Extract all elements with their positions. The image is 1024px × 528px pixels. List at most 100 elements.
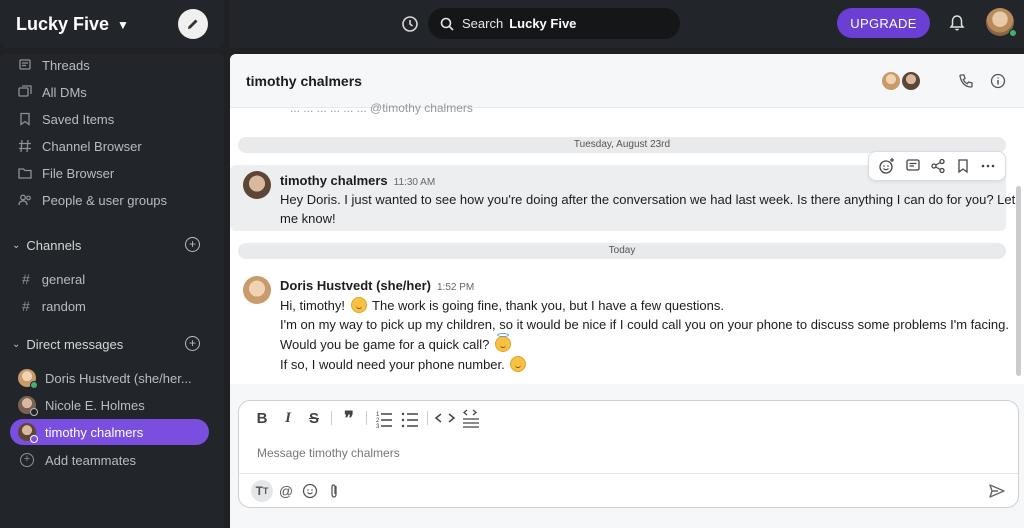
upgrade-button[interactable]: UPGRADE	[837, 8, 930, 38]
bold-icon[interactable]: B	[249, 407, 275, 429]
online-status-indicator	[30, 381, 38, 389]
chevron-down-icon[interactable]: ⌄	[12, 240, 20, 251]
avatar	[18, 396, 38, 416]
sidebar-item-random[interactable]: # random	[22, 296, 86, 316]
message-composer[interactable]: B I S ❞ 123 Message timothy chalmers TT …	[238, 400, 1019, 508]
conversation-panel: timothy chalmers ... ... ... ... ... ...…	[230, 54, 1024, 528]
sidebar-item-file-browser[interactable]: File Browser	[18, 163, 114, 183]
smiling-halo-emoji-icon[interactable]	[494, 333, 511, 352]
divider	[427, 411, 428, 425]
history-icon[interactable]	[400, 14, 420, 34]
message-text: I'm on my way to pick up my children, so…	[280, 317, 1009, 332]
people-icon	[18, 194, 31, 206]
message-input[interactable]: Message timothy chalmers	[257, 446, 400, 460]
message-timestamp[interactable]: 11:30 AM	[394, 177, 436, 188]
author-name[interactable]: Doris Hustvedt (she/her)	[280, 278, 431, 293]
workspace-name[interactable]: Lucky Five	[16, 14, 109, 35]
chevron-down-icon[interactable]: ⌄	[12, 339, 20, 350]
away-status-indicator	[30, 408, 38, 416]
strikethrough-icon[interactable]: S	[301, 407, 327, 429]
composer-area: B I S ❞ 123 Message timothy chalmers TT …	[230, 384, 1024, 528]
message-text-part: If so, I would need your phone number.	[280, 357, 505, 372]
member-avatar[interactable]	[881, 71, 901, 91]
compose-button[interactable]	[178, 9, 208, 39]
author-name[interactable]: timothy chalmers	[280, 173, 388, 188]
bulleted-list-icon[interactable]	[397, 407, 423, 429]
chevron-down-icon[interactable]: ▼	[117, 18, 129, 32]
attachment-icon[interactable]	[323, 480, 345, 502]
divider	[331, 411, 332, 425]
all-dms-icon	[18, 85, 32, 97]
message-timestamp[interactable]: 1:52 PM	[437, 282, 474, 293]
scrollbar[interactable]	[1016, 186, 1021, 376]
sidebar: Threads All DMs Saved Items Channel Brow…	[0, 54, 224, 528]
slightly-smiling-emoji-icon[interactable]	[350, 297, 367, 313]
sidebar-item-channel-browser[interactable]: Channel Browser	[18, 136, 142, 156]
message-text: If so, I would need your phone number.	[280, 356, 528, 372]
sidebar-item-label: People & user groups	[42, 192, 168, 208]
app-window: Lucky Five ▼ Search Lucky Five UPGRADE T…	[0, 0, 1024, 528]
page-title[interactable]: timothy chalmers	[246, 73, 362, 89]
italic-icon[interactable]: I	[275, 407, 301, 429]
mention-icon[interactable]: @	[275, 480, 297, 502]
message-actions-toolbar	[868, 151, 1006, 181]
add-dm-icon[interactable]: +	[185, 336, 200, 351]
section-title: Direct messages	[26, 336, 124, 352]
smiling-emoji-icon[interactable]	[510, 356, 527, 372]
add-teammates-button[interactable]: + Add teammates	[20, 450, 136, 470]
divider	[366, 411, 367, 425]
code-block-icon[interactable]	[458, 407, 484, 429]
hash-icon: #	[22, 298, 30, 314]
sidebar-item-general[interactable]: # general	[22, 269, 85, 289]
quote-icon[interactable]: ❞	[336, 407, 362, 429]
sidebar-item-dm-nicole[interactable]: Nicole E. Holmes	[10, 392, 209, 418]
away-status-indicator	[30, 435, 38, 443]
formatting-toolbar: B I S ❞ 123	[249, 407, 484, 429]
sidebar-item-dm-timothy[interactable]: timothy chalmers	[10, 419, 209, 445]
message[interactable]: Doris Hustvedt (she/her) 1:52 PM Hi, timo…	[230, 270, 1009, 374]
sidebar-item-all-dms[interactable]: All DMs	[18, 82, 87, 102]
message-text: Hi, timothy! The work is going fine, tha…	[280, 297, 724, 313]
sidebar-item-label: File Browser	[42, 165, 115, 181]
add-reaction-icon[interactable]	[878, 157, 896, 175]
sidebar-item-label: Threads	[42, 57, 90, 73]
sidebar-item-threads[interactable]: Threads	[18, 55, 90, 75]
search-bar[interactable]: Search Lucky Five	[428, 8, 680, 39]
emoji-icon[interactable]	[299, 480, 321, 502]
sidebar-item-saved-items[interactable]: Saved Items	[18, 109, 114, 129]
add-channel-icon[interactable]: +	[185, 237, 200, 252]
channels-section-header[interactable]: ⌄ Channels +	[12, 235, 212, 255]
workspace-header[interactable]: Lucky Five ▼	[0, 0, 224, 48]
sidebar-item-people[interactable]: People & user groups	[18, 190, 167, 210]
sidebar-item-label: Channel Browser	[42, 138, 142, 154]
text-format-icon[interactable]: TT	[251, 479, 273, 502]
share-icon[interactable]	[930, 158, 946, 174]
hash-icon: #	[22, 271, 30, 287]
message-text-part: The work is going fine, thank you, but I…	[372, 298, 724, 313]
message-author[interactable]: timothy chalmers 11:30 AM	[280, 173, 435, 188]
info-icon[interactable]	[990, 73, 1006, 89]
add-teammates-label: Add teammates	[45, 452, 137, 468]
dms-section-header[interactable]: ⌄ Direct messages +	[12, 334, 212, 354]
online-status-indicator	[1009, 29, 1017, 37]
reply-in-thread-icon[interactable]	[905, 158, 921, 174]
message-author[interactable]: Doris Hustvedt (she/her) 1:52 PM	[280, 278, 474, 293]
phone-icon[interactable]	[958, 73, 974, 89]
member-avatar[interactable]	[901, 71, 921, 91]
more-actions-icon[interactable]	[980, 158, 996, 174]
search-scope: Lucky Five	[509, 16, 577, 31]
message-text: Hey Doris. I just wanted to see how you'…	[280, 192, 1016, 207]
avatar[interactable]	[243, 171, 271, 199]
dm-label: Nicole E. Holmes	[45, 397, 145, 413]
bell-icon[interactable]	[948, 14, 966, 32]
numbered-list-icon[interactable]: 123	[371, 407, 397, 429]
composer-actions: TT @	[239, 473, 1018, 507]
sidebar-item-label: All DMs	[42, 84, 87, 100]
send-icon[interactable]	[988, 482, 1006, 500]
bookmark-icon[interactable]	[955, 158, 971, 174]
avatar[interactable]	[243, 276, 271, 304]
top-bar: Search Lucky Five UPGRADE	[230, 0, 1024, 48]
section-title: Channels	[26, 237, 82, 253]
code-icon[interactable]	[432, 407, 458, 429]
sidebar-item-dm-doris[interactable]: Doris Hustvedt (she/her...	[10, 365, 209, 391]
